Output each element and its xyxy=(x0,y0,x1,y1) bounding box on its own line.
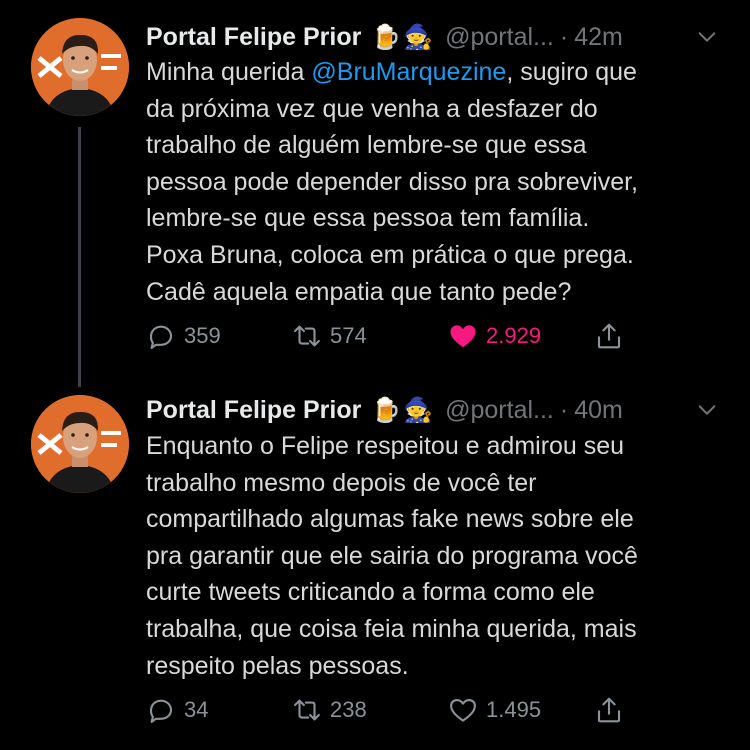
like-count: 2.929 xyxy=(486,323,542,348)
display-name[interactable]: Portal Felipe Prior xyxy=(146,396,361,425)
tweet-text-line: curte tweets criticando a forma como ele xyxy=(146,578,595,607)
tweet-actions: 34 238 1.495 xyxy=(146,692,646,728)
retweet-button[interactable]: 238 xyxy=(292,692,367,728)
like-button[interactable]: 1.495 xyxy=(448,692,541,728)
tweet-text-line: pessoa pode depender disso pra sobrevive… xyxy=(146,167,638,196)
tweet-text-line: Enquanto o Felipe respeitou e admirou se… xyxy=(146,432,625,460)
tweet-text: Enquanto o Felipe respeitou e admirou se… xyxy=(146,428,736,684)
reply-count: 359 xyxy=(184,323,221,348)
chevron-down-icon[interactable] xyxy=(696,26,718,48)
tweet-header: Portal Felipe Prior 🍺🧙 @portal... · 42m xyxy=(146,20,623,54)
timestamp[interactable]: 42m xyxy=(574,23,623,52)
tweet[interactable]: Portal Felipe Prior 🍺🧙 @portal... · 42m … xyxy=(0,0,750,387)
name-emoji: 🍺🧙 xyxy=(371,23,436,51)
handle[interactable]: @portal... xyxy=(445,396,554,425)
tweet-text-line: pra garantir que ele sairia do programa … xyxy=(146,541,638,570)
share-icon xyxy=(597,697,621,723)
separator-dot: · xyxy=(559,395,569,424)
tweet-text-line: Poxa Bruna, coloca em prática o que preg… xyxy=(146,240,634,269)
tweet-text-line: lembre-se que essa pessoa tem família. xyxy=(146,204,590,233)
tweet-text-line: Minha querida @BruMarquezine, sugiro que xyxy=(146,58,637,86)
name-emoji: 🍺🧙 xyxy=(371,396,436,424)
tweet-text-line: trabalho mesmo depois de você ter xyxy=(146,468,537,497)
reply-button[interactable]: 34 xyxy=(146,692,208,728)
tweet[interactable]: Portal Felipe Prior 🍺🧙 @portal... · 40m … xyxy=(0,380,750,750)
heart-outline-icon xyxy=(450,698,476,722)
retweet-icon xyxy=(294,699,320,721)
tweet-text-line: da próxima vez que venha a desfazer do xyxy=(146,94,598,123)
thread-line xyxy=(78,127,81,387)
tweet-text-line: Cadê aquela empatia que tanto pede? xyxy=(146,277,572,306)
tweet-text-line: trabalho de alguém lembre-se que essa xyxy=(146,131,587,160)
retweet-count: 574 xyxy=(330,323,367,348)
display-name[interactable]: Portal Felipe Prior xyxy=(146,23,361,52)
tweet-text: Minha querida @BruMarquezine, sugiro que… xyxy=(146,54,736,310)
heart-filled-icon xyxy=(450,325,476,348)
retweet-icon xyxy=(294,325,320,347)
avatar[interactable] xyxy=(31,18,129,116)
retweet-button[interactable]: 574 xyxy=(292,318,367,354)
tweet-actions: 359 574 2.929 xyxy=(146,318,646,354)
tweet-text-line: compartilhado algumas fake news sobre el… xyxy=(146,505,634,534)
reply-button[interactable]: 359 xyxy=(146,318,221,354)
tweet-text-line: trabalha, que coisa feia minha querida, … xyxy=(146,614,637,643)
avatar[interactable] xyxy=(31,395,129,493)
like-count: 1.495 xyxy=(486,697,542,722)
tweet-header: Portal Felipe Prior 🍺🧙 @portal... · 40m xyxy=(146,393,623,427)
share-button[interactable] xyxy=(594,318,632,354)
separator-dot: · xyxy=(559,22,569,51)
share-button[interactable] xyxy=(594,692,632,728)
reply-icon xyxy=(149,325,173,349)
chevron-down-icon[interactable] xyxy=(696,399,718,421)
reply-icon xyxy=(149,699,173,723)
timestamp[interactable]: 40m xyxy=(574,396,623,425)
handle[interactable]: @portal... xyxy=(445,23,554,52)
reply-count: 34 xyxy=(184,697,209,722)
retweet-count: 238 xyxy=(330,697,367,722)
like-button[interactable]: 2.929 xyxy=(448,318,541,354)
share-icon xyxy=(597,323,621,349)
tweet-text-line: respeito pelas pessoas. xyxy=(146,651,409,680)
mention-link[interactable]: @BruMarquezine xyxy=(311,58,506,86)
